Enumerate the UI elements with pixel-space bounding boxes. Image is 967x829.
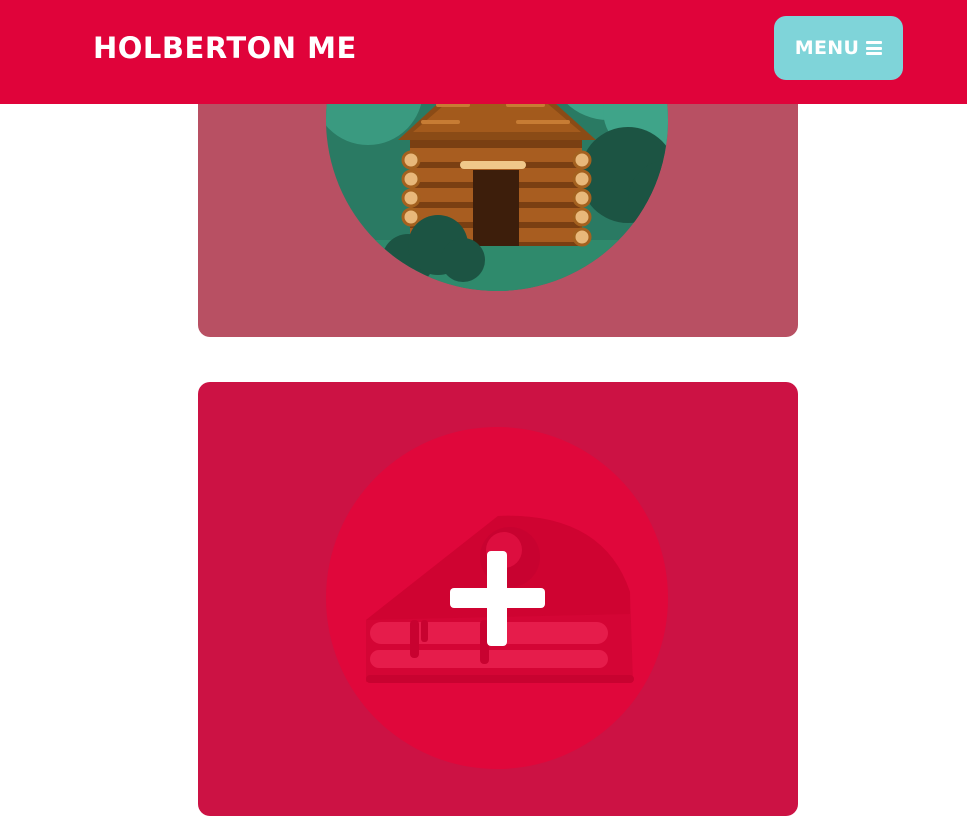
portfolio-item-pie[interactable] [198,382,798,816]
menu-label: MENU [794,37,860,59]
site-header: HOLBERTON ME MENU [0,0,967,104]
menu-button[interactable]: MENU [774,16,903,80]
brand-title[interactable]: HOLBERTON ME [93,29,357,67]
page: HOLBERTON ME MENU [0,0,967,829]
hamburger-icon [866,41,883,55]
pie-slice-illustration [326,427,668,769]
